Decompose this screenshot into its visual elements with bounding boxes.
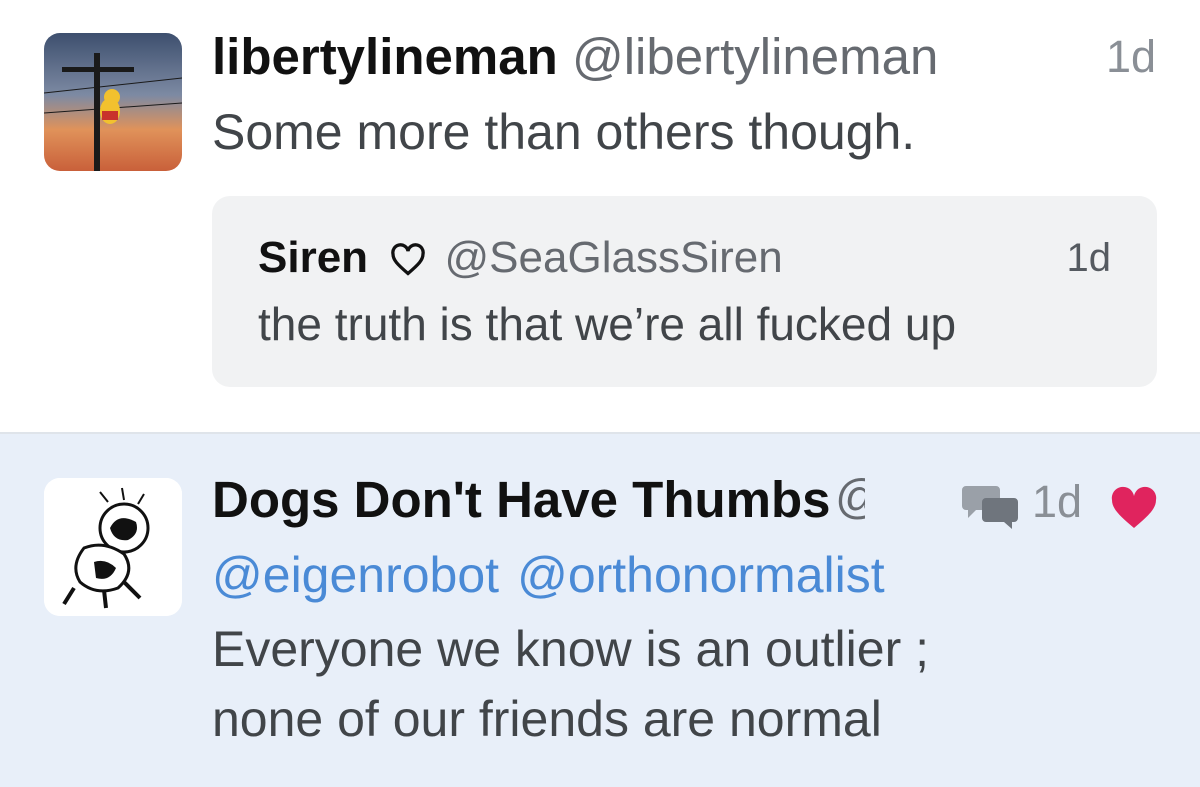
quoted-user-handle[interactable]: @SeaGlassSiren [445,233,783,282]
tweet-text-line: none of our friends are normal [212,691,882,747]
reply-bubbles-icon[interactable] [962,482,1020,530]
avatar-dogs-dont-have-thumbs[interactable] [44,478,182,616]
quoted-time: 1d [1066,236,1112,280]
tweet-author[interactable]: libertylineman @libertylineman [212,27,938,87]
tweet-text: Some more than others though. [212,104,916,160]
quoted-tweet[interactable]: Siren @SeaGlassSiren 1d the truth is tha… [212,196,1157,387]
user-name[interactable]: libertylineman [212,28,558,85]
avatar-image [44,33,182,171]
tweet-time: 1d [1105,31,1156,82]
quoted-text: the truth is that we’re all fucked up [258,298,957,350]
heart-outline-icon [391,243,426,277]
tweet-text: Everyone we know is an outlier ; none of… [212,614,929,754]
heart-filled-icon[interactable] [1110,486,1158,530]
user-handle[interactable]: @ [835,470,865,525]
tweet-time: 1d [1032,476,1083,527]
tweet-text-line: Everyone we know is an outlier ; [212,621,930,677]
avatar-image [44,478,182,616]
user-name[interactable]: Dogs Don't Have Thumbs [212,470,831,530]
user-handle[interactable]: @libertylineman [572,28,938,85]
quoted-user-name[interactable]: Siren [258,233,368,282]
quoted-author[interactable]: Siren @SeaGlassSiren [258,232,783,284]
tweet-libertylineman[interactable]: libertylineman @libertylineman 1d Some m… [0,0,1200,432]
avatar-libertylineman[interactable] [44,33,182,171]
mention-link[interactable]: @eigenrobot [212,547,499,603]
mentions: @eigenrobot @orthonormalist [212,542,885,608]
mention-link[interactable]: @orthonormalist [517,547,885,603]
tweet-dogs-dont-have-thumbs[interactable]: Dogs Don't Have Thumbs @ 1d @eigenrobot@… [0,432,1200,787]
